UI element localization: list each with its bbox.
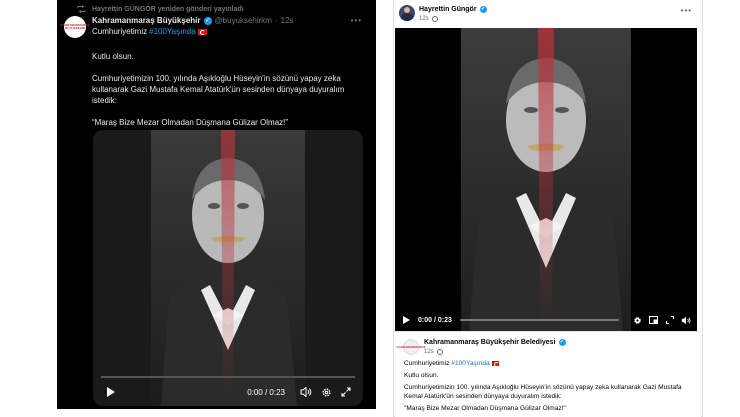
expand-icon[interactable]	[664, 315, 675, 326]
more-horizontal-icon[interactable]: •••	[681, 6, 692, 15]
shared-paragraph-2: Cumhuriyetimizin 100. yılında Aşıkloğlu …	[404, 384, 682, 400]
verified-badge-icon: ✓	[203, 16, 212, 25]
line1-prefix: Cumhuriyetimiz	[92, 27, 148, 36]
video-player[interactable]: 0:00 / 0:23	[93, 130, 363, 406]
volume-icon[interactable]	[299, 385, 313, 399]
author-name[interactable]: Hayrettin Güngör	[419, 6, 477, 13]
hashtag-link[interactable]: #100Yaşında	[149, 27, 196, 36]
video-progress-bar[interactable]	[101, 376, 355, 378]
turkey-flag-icon	[491, 360, 499, 367]
video-controls: 0:00 / 0:23	[93, 372, 363, 406]
screenshot-stage: Hayrettin GÜNGÖR yeniden gönderi yayınla…	[0, 0, 740, 417]
post-line-hashtag: Cumhuriyetimiz #100Yaşında	[92, 27, 207, 36]
video-progress-bar[interactable]	[459, 319, 619, 321]
shared-hashtag-link[interactable]: #100Yaşında	[451, 360, 489, 367]
shared-post-header: Kahramanmaraş Büyükşehir Belediyesi ✓	[424, 339, 566, 346]
shared-post[interactable]: KAHRAMANMARAŞ Kahramanmaraş Büyükşehir B…	[395, 331, 701, 417]
shared-paragraph-1: Kutlu olsun.	[404, 372, 439, 379]
post-paragraph-3: “Maraş Bize Mezar Olmadan Düşmana Güliza…	[92, 118, 289, 127]
gear-icon[interactable]	[632, 315, 643, 326]
shared-paragraph-3: "Maraş Bize Mezar Olmadan Düşmana Güliza…	[404, 405, 566, 412]
repost-header: Hayrettin GÜNGÖR yeniden gönderi yayınla…	[77, 5, 244, 13]
more-horizontal-icon[interactable]: •••	[351, 16, 362, 25]
post-meta: 12s	[419, 16, 438, 22]
author-avatar[interactable]	[399, 5, 415, 21]
post-paragraph-1: Kutlu olsun.	[92, 52, 134, 61]
verified-badge-icon: ✓	[558, 339, 566, 346]
separator-dot: ·	[274, 16, 278, 25]
video-player[interactable]: 0:00 / 0:23	[395, 28, 697, 331]
post-header: Hayrettin Güngör ✓	[419, 6, 487, 13]
shared-author-avatar[interactable]: KAHRAMANMARAŞ	[397, 339, 425, 355]
shared-line1-prefix: Cumhuriyetimiz	[404, 360, 450, 367]
x-post-card[interactable]: Hayrettin GÜNGÖR yeniden gönderi yayınla…	[57, 0, 376, 409]
verified-badge-icon: ✓	[479, 6, 487, 13]
globe-icon	[436, 349, 443, 355]
post-time[interactable]: 12s	[281, 16, 294, 25]
post-time[interactable]: 12s	[419, 16, 429, 22]
facebook-post-card[interactable]: Hayrettin Güngör ✓ 12s ••• 0:00 / 0:23 K…	[393, 0, 703, 417]
post-header: Kahramanmaraş Büyükşehir ✓ @buyuksehirkm…	[92, 16, 294, 25]
globe-icon	[431, 16, 438, 22]
play-icon[interactable]	[401, 315, 412, 326]
repost-icon	[77, 5, 86, 13]
video-time: 0:00 / 0:23	[247, 387, 285, 397]
video-time: 0:00 / 0:23	[418, 316, 452, 324]
video-frame-portrait	[461, 28, 631, 331]
video-frame-portrait	[151, 130, 305, 406]
turkey-flag-icon	[197, 28, 207, 35]
video-controls: 0:00 / 0:23	[395, 309, 697, 331]
author-handle[interactable]: @buyuksehirkm	[215, 16, 272, 25]
fullscreen-icon[interactable]	[339, 385, 353, 399]
author-name[interactable]: Kahramanmaraş Büyükşehir	[92, 16, 201, 25]
shared-line-hashtag: Cumhuriyetimiz #100Yaşında	[404, 359, 696, 368]
shared-post-meta: 12s	[424, 349, 443, 355]
post-paragraph-2: Cumhuriyetimizin 100. yılında Aşıkloğlu …	[92, 74, 345, 105]
play-icon[interactable]	[103, 385, 117, 399]
shared-avatar-logo-text: KAHRAMANMARAŞ	[396, 345, 426, 349]
volume-icon[interactable]	[680, 315, 691, 326]
shared-post-time[interactable]: 12s	[424, 349, 434, 355]
shared-author-name[interactable]: Kahramanmaraş Büyükşehir Belediyesi	[424, 339, 556, 346]
gear-icon[interactable]	[319, 385, 333, 399]
fullscreen-icon[interactable]	[648, 315, 659, 326]
author-avatar[interactable]: KAHRAMANMARAŞ BÜYÜKŞEHİR	[61, 16, 89, 38]
repost-label[interactable]: Hayrettin GÜNGÖR yeniden gönderi yayınla…	[92, 6, 244, 13]
avatar-logo-text: KAHRAMANMARAŞ BÜYÜKŞEHİR	[60, 23, 90, 30]
